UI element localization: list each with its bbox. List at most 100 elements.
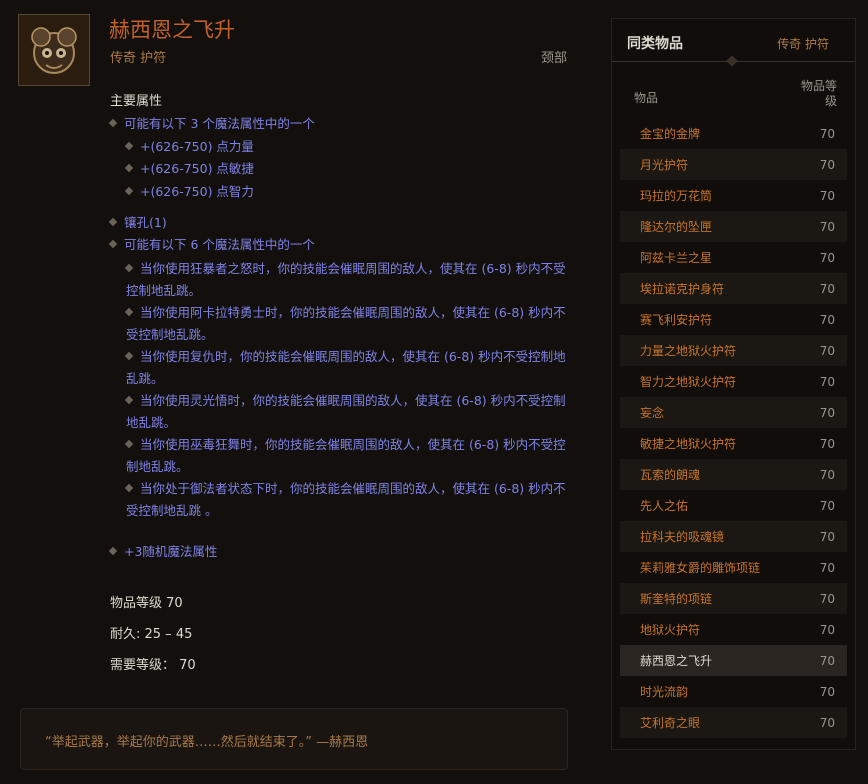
- item-level-value: 70: [819, 591, 835, 606]
- bullet-icon: [124, 395, 134, 404]
- bullet-icon: [108, 118, 118, 127]
- required-level: 需要等级： 70: [110, 658, 196, 673]
- affix-line: 当你使用阿卡拉特勇士时，你的技能会催眠周围的敌人，使其在 (6-8) 秒内不受控…: [124, 305, 566, 342]
- affix-line: 当你使用巫毒狂舞时，你的技能会催眠周围的敌人，使其在 (6-8) 秒内不受控制地…: [124, 437, 566, 474]
- item-name-link[interactable]: 时光流韵: [640, 683, 688, 700]
- list-item[interactable]: 斯奎特的项链 70: [620, 583, 847, 614]
- column-header-item[interactable]: 物品: [634, 89, 658, 106]
- affix-line: 当你使用灵光悟时，你的技能会催眠周围的敌人，使其在 (6-8) 秒内不受控制地乱…: [124, 393, 566, 430]
- affix-group2-intro: 可能有以下 6 个魔法属性中的一个: [108, 234, 315, 256]
- item-level-value: 70: [819, 312, 835, 327]
- item-level-value: 70: [819, 405, 835, 420]
- list-item[interactable]: 玛拉的万花筒 70: [620, 180, 847, 211]
- item-title: 赫西恩之飞升: [109, 18, 235, 42]
- item-name-link[interactable]: 金宝的金牌: [640, 125, 700, 142]
- affix-line: +(626-750) 点力量: [124, 136, 254, 158]
- item-name-link[interactable]: 力量之地狱火护符: [640, 342, 736, 359]
- item-level-value: 70: [819, 374, 835, 389]
- list-item[interactable]: 智力之地狱火护符 70: [620, 366, 847, 397]
- item-level: 物品等级 70: [110, 596, 183, 611]
- item-name-link[interactable]: 赫西恩之飞升: [640, 652, 712, 669]
- sidebar-subtitle[interactable]: 传奇 护符: [777, 35, 829, 52]
- item-name-link[interactable]: 斯奎特的项链: [640, 590, 712, 607]
- list-item[interactable]: 隆达尔的坠匣 70: [620, 211, 847, 242]
- item-level-value: 70: [819, 529, 835, 544]
- item-level-value: 70: [819, 157, 835, 172]
- random-affix-line: +3随机魔法属性: [108, 541, 217, 563]
- item-type: 传奇 护符: [110, 51, 167, 66]
- flavor-text: “举起武器，举起你的武器……然后就结束了。” —赫西恩: [45, 735, 369, 750]
- list-item[interactable]: 茱莉雅女爵的雕饰项链 70: [620, 552, 847, 583]
- item-name-link[interactable]: 艾利奇之眼: [640, 714, 700, 731]
- item-level-value: 70: [819, 715, 835, 730]
- item-name-link[interactable]: 赛飞利安护符: [640, 311, 712, 328]
- list-item[interactable]: 瓦索的朗魂 70: [620, 459, 847, 490]
- list-item[interactable]: 敏捷之地狱火护符 70: [620, 428, 847, 459]
- flavor-text-box: “举起武器，举起你的武器……然后就结束了。” —赫西恩: [20, 708, 568, 770]
- affix-line: 当你使用狂暴者之怒时，你的技能会催眠周围的敌人，使其在 (6-8) 秒内不受控制…: [124, 261, 566, 298]
- item-level-value: 70: [819, 622, 835, 637]
- bullet-icon: [124, 439, 134, 448]
- list-item[interactable]: 艾利奇之眼 70: [620, 707, 847, 738]
- bullet-icon: [124, 186, 134, 195]
- item-name-link[interactable]: 埃拉诺克护身符: [640, 280, 724, 297]
- list-item[interactable]: 赛飞利安护符 70: [620, 304, 847, 335]
- item-name-link[interactable]: 拉科夫的吸魂镜: [640, 528, 724, 545]
- bullet-icon: [124, 307, 134, 316]
- amulet-icon: [19, 15, 89, 85]
- bullet-icon: [124, 163, 134, 172]
- affix-line: +(626-750) 点智力: [124, 181, 254, 203]
- item-name-link[interactable]: 隆达尔的坠匣: [640, 218, 712, 235]
- divider-ornament-icon: [726, 55, 738, 67]
- item-icon: [18, 14, 90, 86]
- item-level-value: 70: [819, 498, 835, 513]
- item-level-value: 70: [819, 653, 835, 668]
- item-level-value: 70: [819, 188, 835, 203]
- list-item[interactable]: 时光流韵 70: [620, 676, 847, 707]
- item-level-value: 70: [819, 126, 835, 141]
- bullet-icon: [124, 483, 134, 492]
- list-item[interactable]: 妄念 70: [620, 397, 847, 428]
- item-name-link[interactable]: 月光护符: [640, 156, 688, 173]
- column-header-level[interactable]: 物品等级: [797, 79, 837, 109]
- list-item[interactable]: 赫西恩之飞升 70: [620, 645, 847, 676]
- bullet-icon: [124, 141, 134, 150]
- bullet-icon: [108, 239, 118, 248]
- bullet-icon: [108, 217, 118, 226]
- bullet-icon: [124, 263, 134, 272]
- bullet-icon: [124, 351, 134, 360]
- item-level-value: 70: [819, 436, 835, 451]
- item-level-value: 70: [819, 250, 835, 265]
- sidebar-title: 同类物品: [627, 36, 683, 52]
- durability: 耐久: 25 – 45: [110, 627, 193, 642]
- affix-line: 当你处于御法者状态下时，你的技能会催眠周围的敌人，使其在 (6-8) 秒内不受控…: [124, 481, 566, 518]
- item-slot: 颈部: [541, 51, 568, 66]
- item-level-value: 70: [819, 343, 835, 358]
- item-level-value: 70: [819, 219, 835, 234]
- bullet-icon: [108, 546, 118, 555]
- item-name-link[interactable]: 敏捷之地狱火护符: [640, 435, 736, 452]
- item-name-link[interactable]: 茱莉雅女爵的雕饰项链: [640, 559, 760, 576]
- item-name-link[interactable]: 妄念: [640, 404, 664, 421]
- item-name-link[interactable]: 地狱火护符: [640, 621, 700, 638]
- item-name-link[interactable]: 阿兹卡兰之星: [640, 249, 712, 266]
- list-item[interactable]: 埃拉诺克护身符 70: [620, 273, 847, 304]
- item-name-link[interactable]: 先人之佑: [640, 497, 688, 514]
- item-name-link[interactable]: 玛拉的万花筒: [640, 187, 712, 204]
- similar-items-panel: 同类物品 传奇 护符 物品 物品等级 金宝的金牌 70 月光护符 70 玛拉的万花筒 70…: [611, 18, 856, 750]
- primary-attributes-heading: 主要属性: [110, 94, 163, 109]
- list-item[interactable]: 金宝的金牌 70: [620, 118, 847, 149]
- list-item[interactable]: 力量之地狱火护符 70: [620, 335, 847, 366]
- similar-items-list: 金宝的金牌 70 月光护符 70 玛拉的万花筒 70 隆达尔的坠匣 70 阿兹卡兰之星 70 埃拉诺…: [620, 118, 847, 738]
- list-item[interactable]: 阿兹卡兰之星 70: [620, 242, 847, 273]
- affix-line: +(626-750) 点敏捷: [124, 158, 254, 180]
- list-item[interactable]: 拉科夫的吸魂镜 70: [620, 521, 847, 552]
- list-item[interactable]: 地狱火护符 70: [620, 614, 847, 645]
- item-level-value: 70: [819, 281, 835, 296]
- item-level-value: 70: [819, 467, 835, 482]
- socket-line: 镶孔(1): [108, 212, 167, 234]
- item-name-link[interactable]: 智力之地狱火护符: [640, 373, 736, 390]
- list-item[interactable]: 月光护符 70: [620, 149, 847, 180]
- list-item[interactable]: 先人之佑 70: [620, 490, 847, 521]
- item-name-link[interactable]: 瓦索的朗魂: [640, 466, 700, 483]
